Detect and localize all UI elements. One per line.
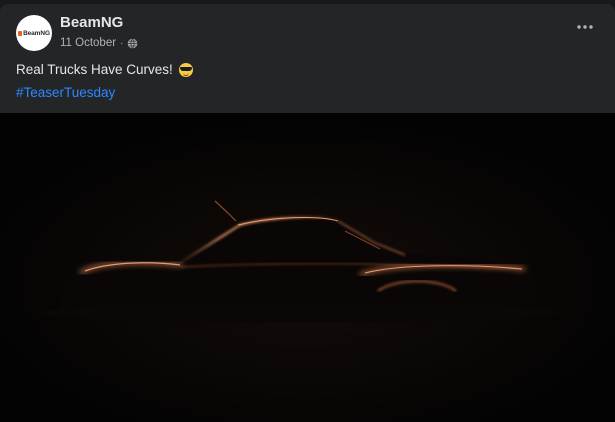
post-caption: Real Trucks Have Curves!: [16, 62, 193, 77]
sunglasses-emoji-icon: [178, 62, 193, 77]
car-silhouette-image: [0, 113, 615, 422]
post-image[interactable]: [0, 113, 615, 422]
meta-separator: ·: [120, 37, 124, 49]
post-date-link[interactable]: 11 October: [60, 37, 116, 49]
beamng-logo: BeamNG: [18, 30, 50, 37]
globe-icon[interactable]: [127, 37, 138, 49]
more-options-icon[interactable]: [571, 17, 599, 37]
caption-text: Real Trucks Have Curves!: [16, 62, 173, 77]
avatar-logo-text: BeamNG: [23, 29, 50, 37]
post-meta: 11 October ·: [60, 37, 138, 49]
post-header: BeamNG BeamNG 11 October ·: [16, 14, 599, 55]
page-avatar[interactable]: BeamNG: [16, 15, 52, 51]
hashtag-link[interactable]: #TeaserTuesday: [16, 85, 115, 100]
logo-mark-icon: [18, 30, 23, 36]
page-name-link[interactable]: BeamNG: [60, 14, 123, 31]
facebook-post: BeamNG BeamNG 11 October · Real Trucks H…: [0, 4, 615, 422]
